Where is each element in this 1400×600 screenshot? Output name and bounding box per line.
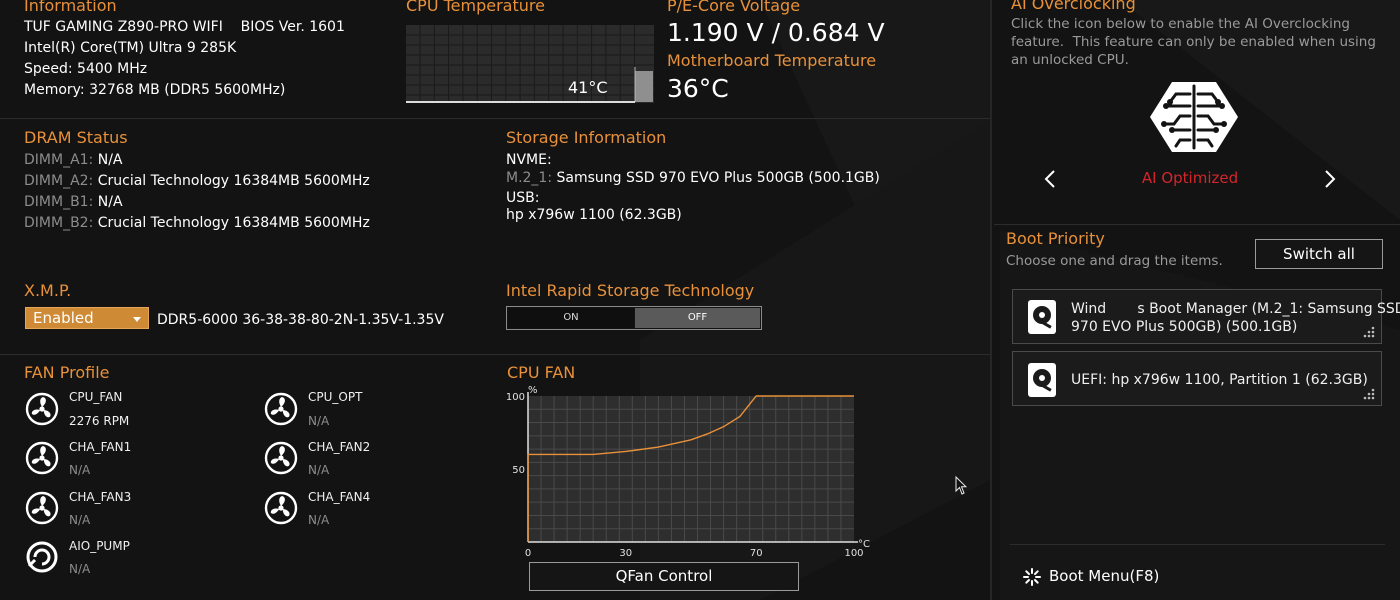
- boot-priority-title: Boot Priority: [1006, 229, 1105, 248]
- voltage-title: P/E-Core Voltage: [667, 0, 801, 15]
- fan-icon[interactable]: [25, 491, 59, 525]
- fan-name: CHA_FAN3: [69, 490, 132, 504]
- fan-value: N/A: [69, 562, 91, 576]
- boot-item[interactable]: UEFI: hp x796w 1100, Partition 1 (62.3GB…: [1012, 351, 1382, 406]
- m2-slot-label: M.2_1:: [506, 170, 553, 186]
- cpu-temperature-bar: [635, 71, 653, 102]
- boot-menu-icon: [1023, 568, 1041, 586]
- x-tick-label: 30: [619, 548, 632, 559]
- cpu-temperature-title: CPU Temperature: [406, 0, 545, 15]
- y-axis-label: %: [528, 385, 538, 396]
- boot-item-line2: 970 EVO Plus 500GB) (500.1GB): [1071, 319, 1298, 335]
- board-info: TUF GAMING Z890-PRO WIFI BIOS Ver. 1601: [24, 19, 345, 35]
- fan-icon[interactable]: [25, 392, 59, 426]
- storage-title: Storage Information: [506, 128, 667, 147]
- fan-value: N/A: [308, 414, 330, 428]
- xmp-select[interactable]: Enabled: [25, 307, 149, 329]
- rst-off-option[interactable]: OFF: [635, 308, 760, 328]
- fan-value: 2276 RPM: [69, 414, 130, 428]
- chevron-down-icon: [133, 317, 141, 322]
- m2-slot-value: Samsung SSD 970 EVO Plus 500GB (500.1GB): [556, 170, 880, 186]
- rst-on-option[interactable]: ON: [508, 308, 634, 328]
- xmp-title: X.M.P.: [24, 281, 72, 300]
- switch-all-button[interactable]: Switch all: [1255, 239, 1383, 269]
- fan-value: N/A: [308, 463, 330, 477]
- boot-item-line1: Wind s Boot Manager (M.2_1: Samsung SSD: [1071, 301, 1400, 317]
- ai-overclocking-description: Click the icon below to enable the AI Ov…: [1011, 16, 1381, 68]
- fan-icon[interactable]: [264, 491, 298, 525]
- dimm-slot-value: N/A: [97, 152, 123, 168]
- separator: [994, 224, 1400, 225]
- dimm-row: DIMM_A2: Crucial Technology 16384MB 5600…: [24, 171, 370, 192]
- fan-name: CPU_FAN: [69, 390, 123, 404]
- pump-icon[interactable]: [25, 540, 59, 574]
- storage-m2-row: M.2_1: Samsung SSD 970 EVO Plus 500GB (5…: [506, 168, 880, 189]
- x-tick-label: 0: [525, 548, 531, 559]
- separator: [0, 354, 990, 355]
- cpu-speed: Speed: 5400 MHz: [24, 61, 148, 77]
- dimm-slot-value: Crucial Technology 16384MB 5600MHz: [97, 215, 370, 231]
- mouse-cursor-icon: [955, 476, 967, 495]
- cpu-name: Intel(R) Core(TM) Ultra 9 285K: [24, 40, 237, 56]
- x-tick-label: 70: [750, 548, 763, 559]
- fan-icon[interactable]: [264, 441, 298, 475]
- drag-handle-icon[interactable]: [1363, 326, 1375, 338]
- separator: [990, 0, 992, 600]
- cpu-fan-chart[interactable]: 0 30 70 10050100%°C: [505, 380, 885, 560]
- dimm-slot-label: DIMM_A1:: [24, 152, 94, 168]
- fan-value: N/A: [69, 513, 91, 527]
- plot-area: [528, 396, 854, 542]
- information-title: Information: [24, 0, 117, 15]
- dimm-slot-label: DIMM_B2:: [24, 215, 94, 231]
- xmp-profile: DDR5-6000 36-38-38-80-2N-1.35V-1.35V: [157, 312, 444, 328]
- fan-value: N/A: [69, 463, 91, 477]
- y-tick-label: 100: [506, 392, 525, 403]
- dimm-slot-value: N/A: [97, 194, 123, 210]
- chevron-right-icon[interactable]: [1323, 169, 1337, 189]
- ai-status-label: AI Optimized: [1141, 169, 1239, 187]
- boot-item[interactable]: Wind s Boot Manager (M.2_1: Samsung SSD …: [1012, 289, 1400, 344]
- boot-menu-label: Boot Menu(F8): [1049, 567, 1160, 585]
- boot-item-line1: UEFI: hp x796w 1100, Partition 1 (62.3GB…: [1071, 372, 1368, 388]
- dimm-slot-label: DIMM_B1:: [24, 194, 94, 210]
- boot-priority-subtitle: Choose one and drag the items.: [1006, 253, 1223, 269]
- ai-brain-icon[interactable]: [1150, 80, 1238, 154]
- fan-name: CHA_FAN4: [308, 490, 371, 504]
- fan-value: N/A: [308, 513, 330, 527]
- y-tick-label: 50: [512, 465, 525, 476]
- mb-temperature-title: Motherboard Temperature: [667, 51, 877, 70]
- dimm-row: DIMM_B2: Crucial Technology 16384MB 5600…: [24, 213, 370, 234]
- fan-name: AIO_PUMP: [69, 539, 130, 553]
- cpu-temperature-graph: [406, 25, 654, 103]
- separator: [0, 118, 990, 119]
- qfan-control-button[interactable]: QFan Control: [529, 562, 799, 591]
- usb-value: hp x796w 1100 (62.3GB): [506, 207, 682, 223]
- dimm-slot-value: Crucial Technology 16384MB 5600MHz: [97, 173, 370, 189]
- dimm-row: DIMM_B1: N/A: [24, 192, 123, 213]
- fan-profile-title: FAN Profile: [24, 363, 110, 382]
- rst-toggle[interactable]: ON OFF: [506, 306, 762, 330]
- fan-icon[interactable]: [25, 441, 59, 475]
- fan-name: CHA_FAN2: [308, 440, 371, 454]
- drag-handle-icon[interactable]: [1363, 388, 1375, 400]
- fan-name: CHA_FAN1: [69, 440, 132, 454]
- dimm-slot-label: DIMM_A2:: [24, 173, 94, 189]
- dram-status-title: DRAM Status: [24, 128, 128, 147]
- chevron-left-icon[interactable]: [1043, 169, 1057, 189]
- xmp-selected-value: Enabled: [33, 309, 94, 327]
- fan-name: CPU_OPT: [308, 390, 363, 404]
- mb-temperature-value: 36°C: [667, 74, 729, 103]
- rst-title: Intel Rapid Storage Technology: [506, 281, 755, 300]
- cpu-temperature-value: 41°C: [568, 78, 608, 97]
- voltage-value: 1.190 V / 0.684 V: [667, 18, 885, 47]
- x-axis-label: °C: [858, 539, 870, 550]
- disk-icon: [1028, 300, 1056, 334]
- disk-icon: [1028, 363, 1056, 397]
- fan-icon[interactable]: [264, 392, 298, 426]
- dimm-row: DIMM_A1: N/A: [24, 150, 123, 171]
- ai-overclocking-title: AI Overclocking: [1011, 0, 1136, 13]
- memory-info: Memory: 32768 MB (DDR5 5600MHz): [24, 82, 286, 98]
- separator: [1010, 544, 1385, 545]
